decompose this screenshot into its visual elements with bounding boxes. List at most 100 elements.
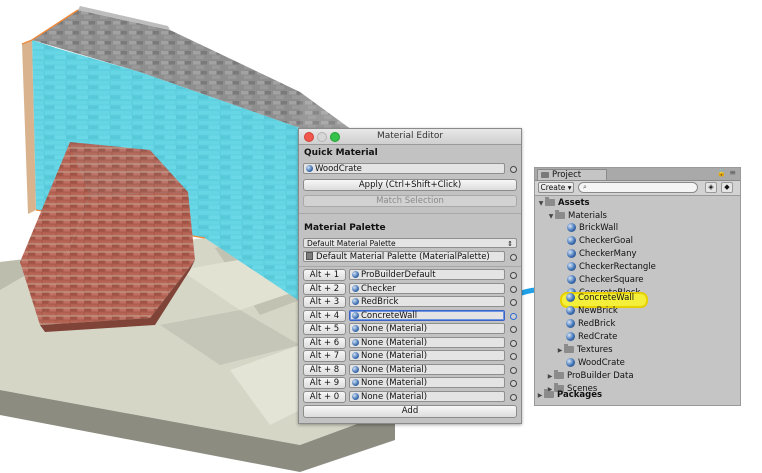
hotkey-button[interactable]: Alt + 3 <box>303 296 346 308</box>
tree-item-material[interactable]: RedBrick <box>566 318 615 331</box>
palette-slot: Alt + 9 None (Material) <box>299 377 521 390</box>
slot-material-value: None (Material) <box>361 365 428 375</box>
slot-material-field[interactable]: Checker <box>349 283 505 294</box>
expand-arrow-icon[interactable]: ▼ <box>547 210 555 223</box>
palette-slot: Alt + 0 None (Material) <box>299 391 521 404</box>
slot-material-value: None (Material) <box>361 351 428 361</box>
object-picker-icon[interactable] <box>510 340 517 347</box>
material-editor-titlebar[interactable]: Material Editor <box>299 129 521 145</box>
slot-material-field[interactable]: RedBrick <box>349 296 505 307</box>
tree-label: Assets <box>558 198 590 208</box>
menu-icon[interactable]: ≡ <box>729 168 736 177</box>
tree-item-material[interactable]: CheckerGoal <box>567 235 633 248</box>
material-sphere-icon <box>566 358 575 367</box>
material-sphere-icon <box>566 332 575 341</box>
slot-material-field[interactable]: ProBuilderDefault <box>349 269 505 280</box>
hotkey-button[interactable]: Alt + 9 <box>303 377 346 389</box>
tree-label: Textures <box>577 345 613 355</box>
palette-dropdown[interactable]: Default Material Palette ⇕ <box>303 238 517 248</box>
match-selection-button[interactable]: Match Selection <box>303 195 517 207</box>
slot-material-value: Checker <box>361 284 396 294</box>
object-picker-icon[interactable] <box>510 166 517 173</box>
slot-material-value: ProBuilderDefault <box>361 270 436 280</box>
object-picker-icon[interactable] <box>510 326 517 333</box>
material-sphere-icon <box>352 298 359 305</box>
tree-item-material[interactable]: BrickWall <box>567 222 618 235</box>
slot-material-field[interactable]: None (Material) <box>349 377 505 388</box>
filter-by-type-icon[interactable]: ◈ <box>705 182 717 193</box>
hotkey-button[interactable]: Alt + 0 <box>303 391 346 403</box>
hotkey-button[interactable]: Alt + 8 <box>303 364 346 376</box>
object-picker-icon[interactable] <box>510 380 517 387</box>
object-picker-icon[interactable] <box>510 299 517 306</box>
palette-asset-value: Default Material Palette (MaterialPalett… <box>316 252 490 262</box>
tree-label: CheckerRectangle <box>579 262 656 272</box>
hotkey-button[interactable]: Alt + 6 <box>303 337 346 349</box>
create-dropdown[interactable]: Create ▾ <box>538 182 574 193</box>
object-picker-icon[interactable] <box>510 394 517 401</box>
object-picker-icon[interactable] <box>510 367 517 374</box>
palette-slot: Alt + 2 Checker <box>299 283 521 296</box>
material-sphere-icon <box>352 339 359 346</box>
tree-item-material[interactable]: CheckerRectangle <box>567 261 656 274</box>
folder-icon <box>554 370 564 379</box>
collapse-arrow-icon[interactable]: ▶ <box>556 344 564 357</box>
add-slot-button[interactable]: Add <box>303 405 517 418</box>
object-picker-icon[interactable] <box>510 272 517 279</box>
filter-by-label-icon[interactable]: ◆ <box>721 182 733 193</box>
search-input[interactable]: ⌕ <box>578 182 698 193</box>
folder-icon <box>555 210 565 219</box>
material-editor-window: Material Editor Quick Material WoodCrate… <box>298 128 522 424</box>
material-sphere-icon <box>352 393 359 400</box>
tree-item-probuilder-data[interactable]: ▶ ProBuilder Data <box>546 370 634 383</box>
slot-material-field[interactable]: None (Material) <box>349 391 505 402</box>
hotkey-button[interactable]: Alt + 1 <box>303 269 346 281</box>
slot-material-value: None (Material) <box>361 324 428 334</box>
expand-arrow-icon[interactable]: ▼ <box>537 197 545 210</box>
tree-item-material[interactable]: CheckerSquare <box>567 274 644 287</box>
tree-label: CheckerGoal <box>579 236 633 246</box>
object-picker-icon[interactable] <box>510 254 517 261</box>
tree-item-concretewall-highlighted[interactable]: ConcreteWall <box>566 292 634 305</box>
collapse-arrow-icon[interactable]: ▶ <box>546 370 554 383</box>
collapse-arrow-icon[interactable]: ▶ <box>536 389 544 402</box>
slot-material-field[interactable]: None (Material) <box>349 350 505 361</box>
palette-slot: Alt + 7 None (Material) <box>299 350 521 363</box>
hotkey-button[interactable]: Alt + 5 <box>303 323 346 335</box>
tree-item-packages[interactable]: ▶ Packages <box>536 389 602 402</box>
close-window-icon[interactable] <box>304 132 314 142</box>
object-picker-icon[interactable] <box>510 286 517 293</box>
quick-material-field[interactable]: WoodCrate <box>303 163 505 174</box>
object-picker-icon[interactable] <box>510 353 517 360</box>
folder-icon <box>544 389 554 398</box>
zoom-window-icon[interactable] <box>330 132 340 142</box>
palette-dropdown-value: Default Material Palette <box>307 239 396 248</box>
tree-label: CheckerSquare <box>579 275 644 285</box>
tree-item-assets[interactable]: ▼ Assets <box>537 197 590 210</box>
tree-item-textures[interactable]: ▶ Textures <box>556 344 613 357</box>
lock-icon[interactable]: 🔒 <box>717 169 726 177</box>
hotkey-button[interactable]: Alt + 2 <box>303 283 346 295</box>
minimize-window-icon[interactable] <box>317 132 327 142</box>
tree-item-material[interactable]: WoodCrate <box>566 357 625 370</box>
slot-material-field[interactable]: None (Material) <box>349 323 505 334</box>
palette-asset-field[interactable]: Default Material Palette (MaterialPalett… <box>303 251 505 262</box>
slot-material-value: None (Material) <box>361 338 428 348</box>
material-sphere-icon <box>352 271 359 278</box>
material-sphere-icon <box>567 223 576 232</box>
hotkey-button[interactable]: Alt + 7 <box>303 350 346 362</box>
divider <box>299 213 521 214</box>
hotkey-button[interactable]: Alt + 4 <box>303 310 346 322</box>
slot-material-field[interactable]: None (Material) <box>349 364 505 375</box>
slot-material-field[interactable]: ConcreteWall <box>349 310 505 321</box>
tree-item-material[interactable]: RedCrate <box>566 331 617 344</box>
tab-project[interactable]: Project <box>537 169 607 180</box>
tree-item-material[interactable]: CheckerMany <box>567 248 637 261</box>
slot-material-field[interactable]: None (Material) <box>349 337 505 348</box>
quick-material-heading: Quick Material <box>304 148 378 158</box>
apply-button[interactable]: Apply (Ctrl+Shift+Click) <box>303 179 517 191</box>
tree-item-material[interactable]: NewBrick <box>566 305 618 318</box>
material-palette-heading: Material Palette <box>304 223 386 233</box>
object-picker-icon[interactable] <box>510 313 517 320</box>
palette-slot: Alt + 3 RedBrick <box>299 296 521 309</box>
